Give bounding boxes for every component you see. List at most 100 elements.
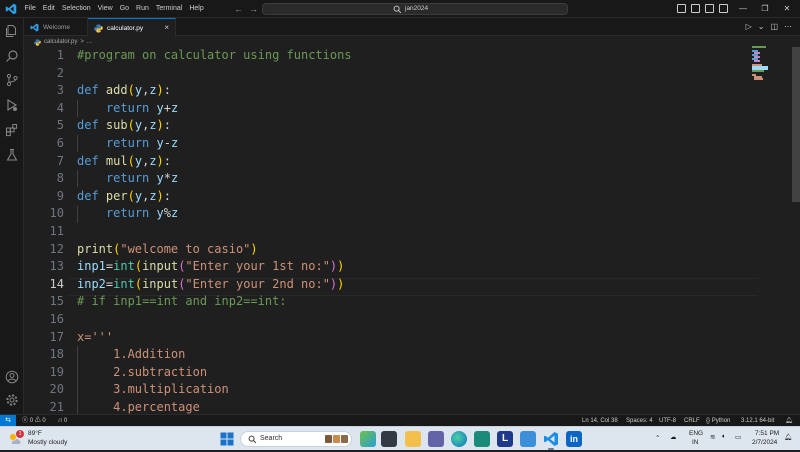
code-editor[interactable]: 1 2 3 4 5 6 7 8 9 10 11 12 13 14 15 16 1… [24,47,800,414]
line-number: 3 [56,83,64,98]
error-icon: ⓧ [22,418,29,424]
teams-icon[interactable] [428,431,444,447]
wifi-icon[interactable]: ≋ [710,433,715,441]
toggle-panel-icon[interactable] [691,4,700,13]
minimize-button[interactable]: — [732,0,754,18]
explorer-icon[interactable] [5,24,19,38]
onedrive-cloud-icon[interactable]: ☁︎ [670,433,677,441]
code-line: x=''' [77,329,114,344]
battery-icon[interactable]: ▭ [735,433,741,441]
code-line: def sub(y,z): [77,118,172,133]
line-number: 19 [49,364,64,379]
split-editor-icon[interactable]: ◫ [770,21,778,33]
photos-icon[interactable] [474,431,490,447]
weather-description: Mostly cloudy [28,439,68,446]
taskbar-search-box[interactable]: Search [240,431,352,447]
code-line: inp1=int(input("Enter your 1st no:")) [77,259,345,274]
toggle-sidebar-icon[interactable] [677,4,686,13]
ports-icon: ⛙ [58,418,63,424]
close-window-button[interactable]: ✕ [776,0,798,18]
forward-arrow-icon[interactable]: → [249,3,258,15]
weather-alert-badge: 1 [16,430,24,438]
vscode-taskbar-icon[interactable] [543,431,559,447]
notifications-icon[interactable]: 🔔︎ [784,433,792,441]
linkedin-icon[interactable]: in [566,431,582,447]
language-indicator-top[interactable]: ENG [689,430,703,437]
scroll-thumb[interactable] [792,47,800,202]
ports-count: 0 [63,418,68,424]
l-app-icon[interactable]: L [497,431,513,447]
vscode-window: File Edit Selection View Go Run Terminal… [0,0,800,427]
menu-file[interactable]: File [21,0,39,18]
command-center-search[interactable]: jan2024 [262,3,568,15]
code-line: return y-z [105,136,179,150]
run-file-icon[interactable]: ▷ [746,21,752,33]
menu-help[interactable]: Help [186,0,207,18]
back-arrow-icon[interactable]: ← [234,3,243,15]
windows-start-icon[interactable] [220,432,234,446]
line-number: 17 [49,329,64,344]
paint-icon[interactable] [520,431,536,447]
language-label: Python [711,418,731,424]
code-line: 1.Addition [77,347,186,362]
menu-terminal[interactable]: Terminal [152,0,185,18]
line-number: 11 [49,224,64,238]
menu-run[interactable]: Run [133,0,153,18]
error-count: 0 [29,418,34,424]
breadcrumb-file[interactable]: calculator.py [44,39,77,45]
menu-view[interactable]: View [94,0,116,18]
tab-welcome[interactable]: Welcome [24,18,88,36]
code-line: def per(y,z): [77,188,172,203]
source-control-icon[interactable] [5,73,19,87]
edge-icon[interactable] [451,431,467,447]
toggle-secondary-sidebar-icon[interactable] [705,4,714,13]
vertical-scrollbar[interactable] [792,37,800,414]
clock-time[interactable]: 7:51 PM [755,430,779,437]
line-number: 20 [49,382,64,397]
breadcrumb-symbols[interactable]: ... [87,39,92,45]
run-debug-icon[interactable] [5,98,19,112]
code-line: return y%z [105,206,179,221]
line-number: 18 [49,347,64,362]
manage-gear-icon[interactable] [5,393,19,407]
title-bar: File Edit Selection View Go Run Terminal… [0,0,800,18]
code-line: print("welcome to casio") [77,241,258,256]
menu-go[interactable]: Go [116,0,132,18]
menu-selection[interactable]: Selection [58,0,94,18]
extensions-icon[interactable] [5,123,19,137]
language-indicator-bottom[interactable]: IN [692,439,699,446]
code-line: 4.percentage [77,400,200,414]
minimap[interactable] [752,46,782,86]
code-line: return y*z [105,171,179,186]
weather-temperature: 89°F [28,430,42,437]
tab-calculator-py[interactable]: calculator.py × [88,18,176,37]
task-view-icon[interactable] [381,431,397,447]
braces-icon: {} [706,418,711,424]
chevron-up-icon[interactable]: ⌃ [655,434,660,442]
chevron-down-icon[interactable]: ⌄ [758,21,765,33]
copilot-app-icon[interactable] [360,431,376,447]
editor-tab-bar: Welcome calculator.py × ▷ ⌄ ◫ ⋯ [24,18,800,37]
testing-icon[interactable] [5,148,19,162]
more-actions-icon[interactable]: ⋯ [784,21,792,33]
line-number: 5 [56,118,64,133]
customize-layout-icon[interactable] [719,4,728,13]
line-number: 12 [49,241,64,256]
restore-button[interactable]: ❐ [754,0,776,18]
close-tab-icon[interactable]: × [164,22,169,34]
code-line: # if inp1==int and inp2==int: [77,294,287,309]
file-explorer-icon[interactable] [405,431,421,447]
line-number: 16 [49,312,64,326]
code-line: return y+z [105,100,179,115]
line-number: 7 [56,153,64,168]
clock-date[interactable]: 2/7/2024 [752,439,777,446]
menu-edit[interactable]: Edit [39,0,58,18]
breadcrumb: calculator.py > ... [34,37,92,47]
volume-icon[interactable]: 🔈︎ [722,433,726,441]
search-icon [248,435,257,444]
editor-actions: ▷ ⌄ ◫ ⋯ [746,21,792,33]
warning-count: 0 [42,418,46,424]
search-icon[interactable] [5,49,19,63]
account-icon[interactable] [5,370,19,384]
code-line: def mul(y,z): [77,153,172,168]
